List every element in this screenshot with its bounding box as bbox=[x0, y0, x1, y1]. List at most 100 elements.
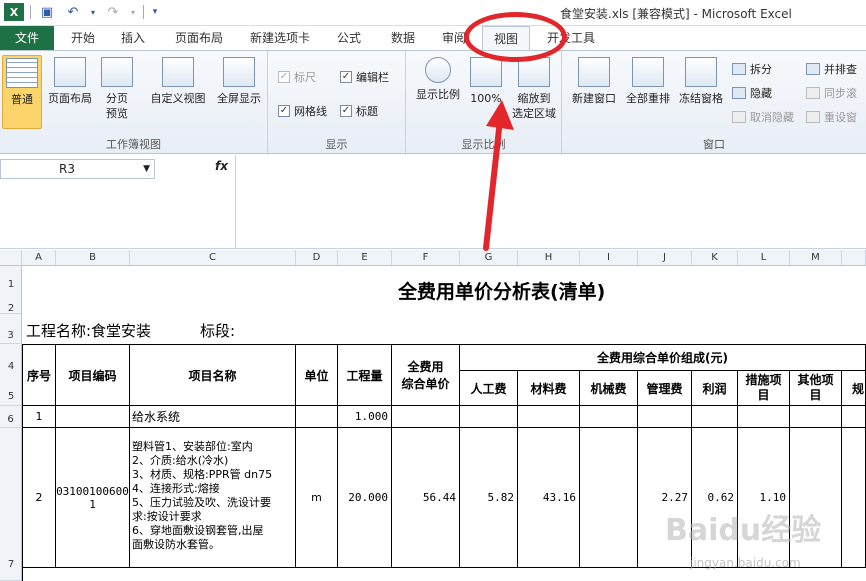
ruler-checkbox[interactable]: ✓ 标尺 bbox=[278, 69, 316, 85]
project-name[interactable]: 工程名称:食堂安装 bbox=[26, 320, 151, 341]
header-seq[interactable]: 序号 bbox=[23, 345, 56, 406]
col-header-k[interactable]: K bbox=[692, 250, 738, 266]
col-header-i[interactable]: I bbox=[580, 250, 638, 266]
row-header-3[interactable]: 3 bbox=[0, 314, 22, 344]
row-header-7-wrap[interactable]: 7 bbox=[0, 428, 22, 581]
row7-total[interactable]: 56.44 bbox=[392, 428, 460, 568]
reset-window-position-button[interactable]: 重设窗 bbox=[806, 109, 857, 125]
sync-scroll-button[interactable]: 同步滚 bbox=[806, 85, 857, 101]
col-header-e[interactable]: E bbox=[338, 250, 392, 266]
col-header-a[interactable]: A bbox=[22, 250, 56, 266]
row6-qty[interactable]: 1.000 bbox=[338, 406, 392, 428]
new-window-button[interactable]: 新建窗口 bbox=[566, 55, 622, 106]
row6-unit[interactable] bbox=[296, 406, 338, 428]
row-header-5[interactable]: 5 bbox=[0, 390, 22, 404]
header-mgmt[interactable]: 管理费 bbox=[638, 371, 692, 406]
row6-code[interactable] bbox=[56, 406, 130, 428]
tab-formulas[interactable]: 公式 bbox=[326, 26, 372, 50]
gridlines-checkbox[interactable]: ✓ 网格线 bbox=[278, 103, 327, 119]
arrange-all-button[interactable]: 全部重排 bbox=[622, 55, 674, 106]
row7-material[interactable]: 43.16 bbox=[518, 428, 580, 568]
row-header-4[interactable]: 4 bbox=[0, 360, 22, 374]
header-measure[interactable]: 措施项 目 bbox=[738, 371, 790, 406]
row6-machine[interactable] bbox=[580, 406, 638, 428]
select-all-corner[interactable] bbox=[0, 250, 22, 266]
tab-insert[interactable]: 插入 bbox=[108, 26, 158, 50]
formula-input[interactable] bbox=[235, 155, 866, 249]
header-profit[interactable]: 利润 bbox=[692, 371, 738, 406]
zoom-to-selection-button[interactable]: 缩放到 选定区域 bbox=[508, 55, 560, 121]
row6-mgmt[interactable] bbox=[638, 406, 692, 428]
header-qty[interactable]: 工程量 bbox=[338, 345, 392, 406]
name-box[interactable]: R3 ▼ bbox=[0, 159, 155, 179]
row7-seq[interactable]: 2 bbox=[23, 428, 56, 568]
tab-home[interactable]: 开始 bbox=[60, 26, 106, 50]
formula-bar-checkbox[interactable]: ✓ 编辑栏 bbox=[340, 69, 389, 85]
row6-total[interactable] bbox=[392, 406, 460, 428]
redo-dropdown-icon[interactable]: ▾ bbox=[129, 3, 137, 21]
customize-qat-icon[interactable]: ▾ bbox=[150, 3, 160, 21]
save-icon[interactable]: ▣ bbox=[37, 3, 57, 21]
custom-views-button[interactable]: 自定义视图 bbox=[146, 55, 210, 106]
col-header-d[interactable]: D bbox=[296, 250, 338, 266]
row-header-1-2[interactable]: 1 2 bbox=[0, 266, 22, 314]
excel-logo-icon[interactable]: X bbox=[4, 3, 24, 21]
split-button[interactable]: 拆分 bbox=[732, 61, 772, 77]
tab-data[interactable]: 数据 bbox=[380, 26, 426, 50]
headings-checkbox[interactable]: ✓ 标题 bbox=[340, 103, 378, 119]
col-header-n[interactable] bbox=[842, 250, 866, 266]
row6-profit[interactable] bbox=[692, 406, 738, 428]
row6-measure[interactable] bbox=[738, 406, 790, 428]
section-label[interactable]: 标段: bbox=[200, 320, 235, 341]
header-material[interactable]: 材料费 bbox=[518, 371, 580, 406]
row7-code[interactable]: 03100100600 1 bbox=[56, 428, 130, 568]
row-header-6[interactable]: 6 bbox=[0, 406, 22, 428]
col-header-g[interactable]: G bbox=[460, 250, 518, 266]
row6-regulatory[interactable] bbox=[842, 406, 866, 428]
header-code[interactable]: 项目编码 bbox=[56, 345, 130, 406]
header-total[interactable]: 全费用 综合单价 bbox=[392, 345, 460, 406]
header-machine[interactable]: 机械费 bbox=[580, 371, 638, 406]
name-box-dropdown-icon[interactable]: ▼ bbox=[143, 160, 150, 178]
row7-qty[interactable]: 20.000 bbox=[338, 428, 392, 568]
row-header-4-5[interactable]: 4 5 bbox=[0, 344, 22, 406]
row6-other[interactable] bbox=[790, 406, 842, 428]
row6-name[interactable]: 给水系统 bbox=[130, 406, 296, 428]
header-unit[interactable]: 单位 bbox=[296, 345, 338, 406]
worksheet-grid[interactable]: A B C D E F G H I J K L M 1 2 3 4 5 6 7 … bbox=[0, 250, 866, 581]
page-layout-view-button[interactable]: 页面布局 bbox=[44, 55, 96, 106]
col-header-h[interactable]: H bbox=[518, 250, 580, 266]
col-header-c[interactable]: C bbox=[130, 250, 296, 266]
undo-dropdown-icon[interactable]: ▾ bbox=[89, 3, 97, 21]
row7-labor[interactable]: 5.82 bbox=[460, 428, 518, 568]
col-header-f[interactable]: F bbox=[392, 250, 460, 266]
full-screen-button[interactable]: 全屏显示 bbox=[212, 55, 266, 106]
zoom-button[interactable]: 显示比例 bbox=[410, 55, 466, 102]
zoom-100-button[interactable]: 100% bbox=[466, 55, 506, 106]
row7-machine[interactable] bbox=[580, 428, 638, 568]
insert-function-icon[interactable]: fx bbox=[215, 159, 228, 173]
normal-view-button[interactable]: 普通 bbox=[2, 55, 42, 129]
row7-name[interactable]: 塑料管1、安装部位:室内 2、介质:给水(冷水) 3、材质、规格:PPR管 dn… bbox=[130, 428, 296, 568]
col-header-j[interactable]: J bbox=[638, 250, 692, 266]
row-header-7[interactable]: 7 bbox=[0, 558, 22, 572]
col-header-m[interactable]: M bbox=[790, 250, 842, 266]
header-labor[interactable]: 人工费 bbox=[460, 371, 518, 406]
header-other[interactable]: 其他项 目 bbox=[790, 371, 842, 406]
col-header-b[interactable]: B bbox=[56, 250, 130, 266]
col-header-l[interactable]: L bbox=[738, 250, 790, 266]
view-side-by-side-button[interactable]: 并排查 bbox=[806, 61, 857, 77]
freeze-panes-button[interactable]: 冻结窗格 bbox=[674, 55, 728, 106]
hide-button[interactable]: 隐藏 bbox=[732, 85, 772, 101]
tab-page-layout[interactable]: 页面布局 bbox=[164, 26, 234, 50]
sheet-title[interactable]: 全费用单价分析表(清单) bbox=[22, 266, 866, 314]
row7-regulatory[interactable] bbox=[842, 428, 866, 568]
header-composition[interactable]: 全费用综合单价组成(元) bbox=[460, 345, 866, 371]
row6-seq[interactable]: 1 bbox=[23, 406, 56, 428]
tab-file[interactable]: 文件 bbox=[0, 26, 54, 50]
unhide-button[interactable]: 取消隐藏 bbox=[732, 109, 794, 125]
row7-unit[interactable]: m bbox=[296, 428, 338, 568]
redo-icon[interactable]: ↷ bbox=[103, 3, 123, 21]
row-header-1[interactable]: 1 bbox=[0, 278, 22, 292]
tab-new-tab[interactable]: 新建选项卡 bbox=[240, 26, 320, 50]
